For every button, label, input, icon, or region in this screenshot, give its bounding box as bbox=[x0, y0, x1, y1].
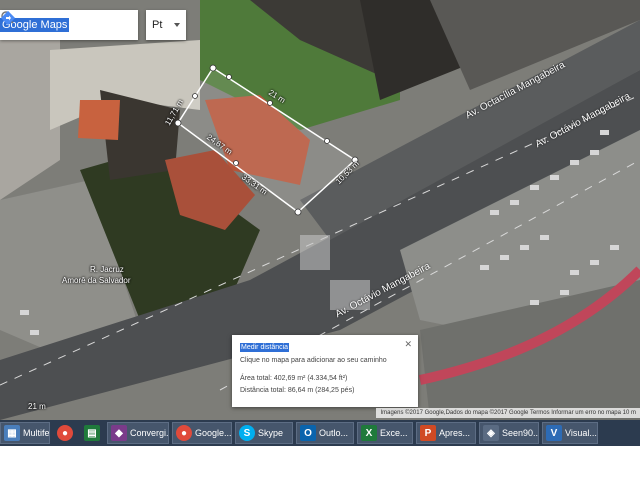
taskbar-item-excel[interactable]: X Exce... bbox=[357, 422, 413, 444]
taskbar-item-powerpoint[interactable]: P Apres... bbox=[416, 422, 476, 444]
popup-hint: Clique no mapa para adicionar ao seu cam… bbox=[240, 357, 387, 364]
blank-area bbox=[0, 446, 640, 480]
taskbar-label: Outlo... bbox=[319, 428, 349, 438]
visual-icon: V bbox=[546, 425, 562, 441]
taskbar-item-outlook[interactable]: O Outlo... bbox=[296, 422, 354, 444]
taskbar-item-seen[interactable]: ◈ Seen90... bbox=[479, 422, 539, 444]
directions-icon[interactable] bbox=[0, 10, 16, 26]
chrome-icon: ● bbox=[57, 425, 73, 441]
language-value: Pt bbox=[152, 19, 163, 31]
place-label-1: R. Jacruz bbox=[90, 265, 124, 274]
measure-distance-popup: Medir distância ✕ Clique no mapa para ad… bbox=[232, 335, 418, 407]
taskbar-label: Seen90... bbox=[502, 428, 539, 438]
taskbar-label: Multife... bbox=[23, 428, 50, 438]
taskbar-label: Visual... bbox=[565, 428, 597, 438]
language-select[interactable]: Pt bbox=[146, 10, 186, 40]
map-attribution: Imagens ©2017 Google,Dados do mapa ©2017… bbox=[376, 408, 640, 418]
taskbar-item-grid[interactable]: ▤ bbox=[80, 422, 104, 444]
outlook-icon: O bbox=[300, 425, 316, 441]
close-icon[interactable]: ✕ bbox=[404, 339, 412, 350]
search-box[interactable]: Google Maps bbox=[0, 10, 138, 40]
chevron-down-icon bbox=[174, 23, 180, 27]
map-view[interactable]: Google Maps Pt 21 m 11,71 m 10,53 m 33,3… bbox=[0, 0, 640, 420]
taskbar-item-google[interactable]: ● Google... bbox=[172, 422, 232, 444]
popup-title: Medir distância bbox=[240, 343, 290, 352]
taskbar-label: Exce... bbox=[380, 428, 408, 438]
taskbar-label: Google... bbox=[195, 428, 232, 438]
popup-distance: Distância total: 86,64 m (284,25 pés) bbox=[240, 387, 355, 394]
edge-length-small: 21 m bbox=[28, 402, 46, 411]
chrome-icon: ● bbox=[176, 425, 192, 441]
app-icon: ◈ bbox=[483, 425, 499, 441]
popup-area: Área total: 402,69 m² (4.334,54 ft²) bbox=[240, 375, 348, 382]
excel-grid-icon: ▤ bbox=[84, 425, 100, 441]
taskbar-label: Skype bbox=[258, 428, 284, 438]
skype-icon: S bbox=[239, 425, 255, 441]
taskbar: ▦ Multife... ● ▤ ◆ Convergi... ● Google.… bbox=[0, 420, 640, 446]
taskbar-label: Convergi... bbox=[130, 428, 169, 438]
taskbar-item-skype[interactable]: S Skype bbox=[235, 422, 293, 444]
windows-icon: ▦ bbox=[4, 425, 20, 441]
taskbar-label: Apres... bbox=[439, 428, 471, 438]
place-label-2: Amorê da Salvador bbox=[62, 276, 131, 285]
taskbar-item-multife[interactable]: ▦ Multife... bbox=[0, 422, 50, 444]
taskbar-item-convergi[interactable]: ◆ Convergi... bbox=[107, 422, 169, 444]
taskbar-item-visual[interactable]: V Visual... bbox=[542, 422, 598, 444]
app-icon: ◆ bbox=[111, 425, 127, 441]
taskbar-item-chrome[interactable]: ● bbox=[53, 422, 77, 444]
powerpoint-icon: P bbox=[420, 425, 436, 441]
excel-icon: X bbox=[361, 425, 377, 441]
